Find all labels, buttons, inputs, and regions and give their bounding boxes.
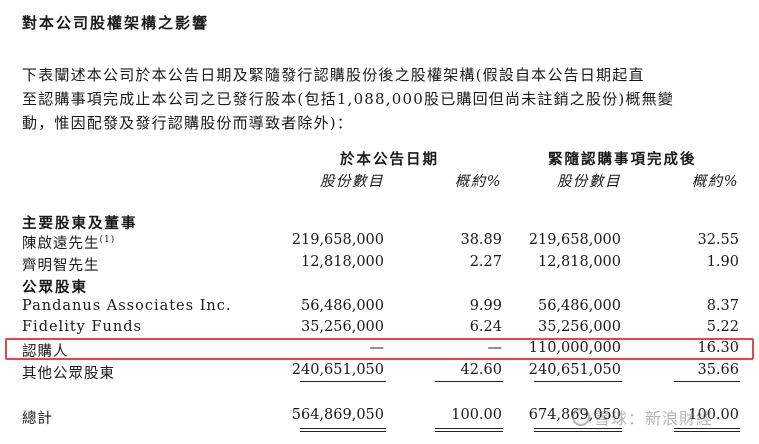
- total-rule-3b: [534, 431, 622, 432]
- subtotal-rule-3: [534, 381, 622, 382]
- shares-before: 35,256,000: [300, 319, 384, 335]
- shares-after: 35,256,000: [537, 319, 621, 335]
- shares-after: 12,818,000: [537, 254, 621, 270]
- paragraph-line-3: 動，惟因配發及發行認購股份而導致者除外)：: [22, 114, 354, 132]
- subheader-shares-1: 股份數目: [320, 174, 384, 190]
- total-rule-1b: [300, 431, 386, 432]
- percent-after: 5.22: [706, 319, 739, 335]
- row-label: 其他公眾股東: [22, 366, 115, 382]
- shares-after: 219,658,000: [528, 232, 621, 248]
- paragraph-line-1: 下表闡述本公司於本公告日期及緊隨發行認購股份後之股權架構(假設自本公告日期起直: [22, 66, 645, 84]
- subheader-shares-2: 股份數目: [557, 174, 621, 190]
- percent-before: 42.60: [460, 362, 502, 378]
- table-row: 陳啟遠先生(1) 219,658,000 38.89 219,658,000 3…: [0, 232, 759, 252]
- shares-before: 12,818,000: [300, 254, 384, 270]
- shares-before: 56,486,000: [300, 298, 384, 314]
- section-public-shareholders: 公眾股東: [22, 279, 88, 296]
- row-label: Pandanus Associates Inc.: [22, 298, 232, 314]
- total-rule-2: [435, 428, 503, 429]
- percent-after: 1.90: [706, 254, 739, 270]
- shares-before: 240,651,050: [291, 362, 384, 378]
- percent-before: 2.27: [469, 254, 502, 270]
- percent-before: 38.89: [460, 232, 502, 248]
- total-rule-4b: [674, 431, 740, 432]
- percent-after: 32.55: [697, 232, 739, 248]
- snowball-logo-icon: [572, 408, 590, 426]
- row-label: 陳啟遠先生(1): [22, 235, 116, 252]
- percent-before: 100.00: [451, 407, 502, 423]
- subtotal-rule-2: [435, 381, 503, 382]
- row-label: 齊明智先生: [22, 258, 100, 274]
- subtotal-rule-1: [300, 381, 386, 382]
- table-row: 其他公眾股東 240,651,050 42.60 240,651,050 35.…: [0, 362, 759, 382]
- section-major-shareholders: 主要股東及董事: [22, 215, 138, 232]
- subheader-percent-1: 概約%: [454, 174, 502, 190]
- row-label: Fidelity Funds: [22, 319, 142, 335]
- subtotal-rule-4: [674, 381, 740, 382]
- total-rule-2b: [435, 431, 503, 432]
- shares-before: 564,869,050: [291, 407, 384, 423]
- percent-after: 35.66: [697, 362, 739, 378]
- table-row: Pandanus Associates Inc. 56,486,000 9.99…: [0, 298, 759, 318]
- paragraph-line-2: 至認購事項完成止本公司之已發行股本(包括1,088,000股已購回但尚未註銷之股…: [22, 90, 675, 108]
- subscriber-row-highlight: [5, 338, 754, 360]
- shares-before: 219,658,000: [291, 232, 384, 248]
- header-announcement-date: 於本公告日期: [340, 151, 439, 168]
- row-label: 總計: [22, 411, 53, 427]
- percent-after: 8.37: [706, 298, 739, 314]
- table-row: 齊明智先生 12,818,000 2.27 12,818,000 1.90: [0, 254, 759, 274]
- section-title: 對本公司股權架構之影響: [22, 14, 210, 32]
- table-row: Fidelity Funds 35,256,000 6.24 35,256,00…: [0, 319, 759, 339]
- percent-before: 9.99: [469, 298, 502, 314]
- total-rule-1: [300, 428, 386, 429]
- shares-after: 240,651,050: [528, 362, 621, 378]
- percent-before: 6.24: [469, 319, 502, 335]
- subheader-percent-2: 概約%: [691, 174, 739, 190]
- watermark: 雪球：新浪財經: [572, 405, 713, 429]
- header-after-completion: 緊隨認購事項完成後: [548, 151, 697, 168]
- shares-after: 56,486,000: [537, 298, 621, 314]
- footnote-marker: (1): [99, 235, 116, 245]
